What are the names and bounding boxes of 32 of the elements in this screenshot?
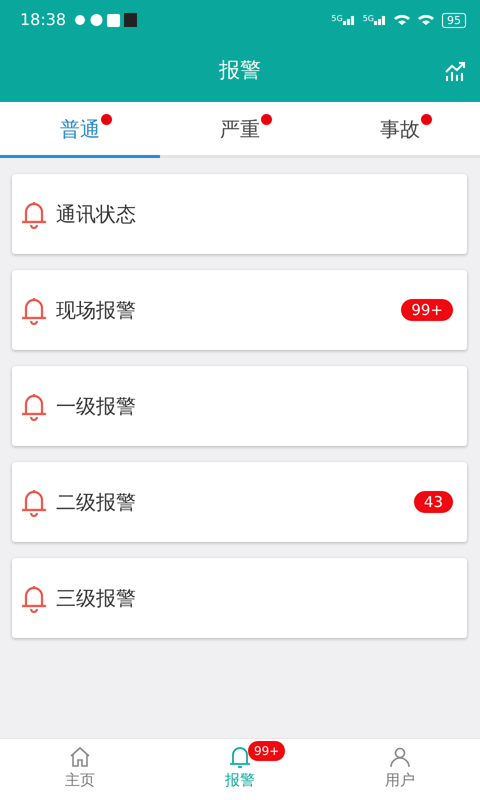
bell-icon — [20, 583, 48, 613]
wifi-icon — [418, 15, 434, 25]
network-type: 5G — [331, 15, 343, 23]
nav-tab[interactable]: 用户 — [320, 739, 480, 800]
count-badge: 43 — [414, 491, 453, 513]
tab[interactable]: 事故 — [320, 102, 480, 158]
status-time: 18:38 — [20, 9, 66, 31]
page-title: 报警 — [219, 57, 261, 84]
count-badge: 99+ — [248, 741, 286, 761]
network-type: 5G — [362, 15, 374, 23]
count-badge: 99+ — [401, 299, 453, 321]
chart-icon[interactable] — [444, 60, 466, 82]
battery-level: 95 — [442, 12, 466, 28]
bell-icon — [20, 487, 48, 517]
tab[interactable]: 严重 — [160, 102, 320, 158]
alarm-item[interactable]: 现场报警 99+ — [12, 270, 467, 350]
nav-tab[interactable]: 报警 99+ — [160, 739, 320, 800]
nav-tab[interactable]: 主页 — [0, 739, 160, 800]
user-icon — [388, 745, 412, 769]
signal-icon — [374, 15, 386, 25]
alarm-item[interactable]: 二级报警 43 — [12, 462, 467, 542]
bell-icon — [228, 745, 252, 769]
bell-icon — [20, 199, 48, 229]
signal-icon — [342, 15, 355, 25]
tab[interactable]: 普通 — [0, 102, 160, 158]
alarm-item[interactable]: 一级报警 — [12, 366, 467, 446]
home-icon — [68, 745, 92, 769]
alarm-item[interactable]: 通讯状态 — [12, 174, 467, 254]
bell-icon — [20, 295, 48, 325]
wifi-icon — [394, 15, 410, 25]
bell-icon — [20, 391, 48, 421]
alarm-item[interactable]: 三级报警 — [12, 558, 467, 638]
